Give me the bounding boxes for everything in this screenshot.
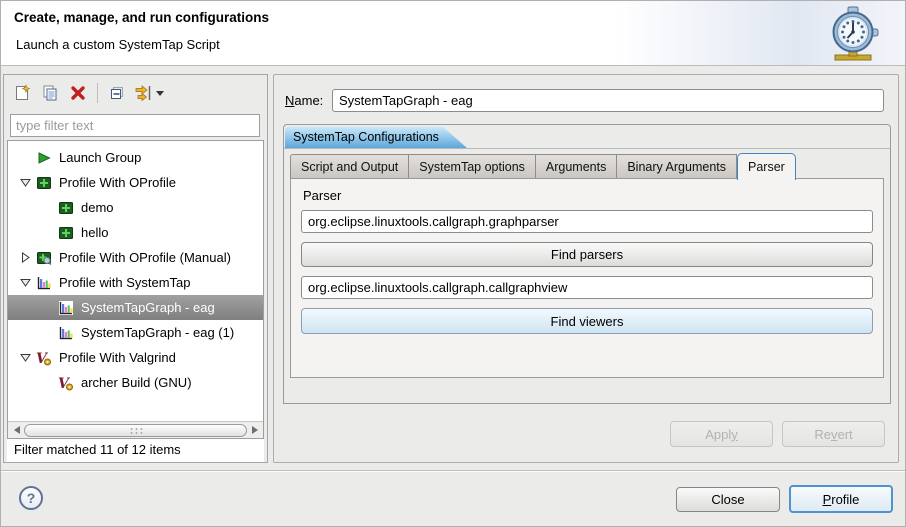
tab-arguments[interactable]: Arguments <box>536 154 617 179</box>
close-button[interactable]: Close <box>676 487 780 512</box>
tree-item-profile-systemtap[interactable]: Profile with SystemTap <box>8 270 263 295</box>
tree-item-profile-oprofile[interactable]: Profile With OProfile <box>8 170 263 195</box>
configuration-detail-panel: Name: SystemTap Configurations Script an… <box>273 74 899 463</box>
duplicate-config-button[interactable] <box>36 80 64 106</box>
name-label: Name: <box>285 93 323 108</box>
scrollbar-grip <box>129 427 143 434</box>
tree-item-label: Profile With Valgrind <box>59 350 176 365</box>
tree-item-profile-oprofile-manual[interactable]: Profile With OProfile (Manual) <box>8 245 263 270</box>
tab-script-and-output[interactable]: Script and Output <box>290 154 409 179</box>
stopwatch-icon <box>825 5 881 63</box>
delete-config-icon <box>70 85 86 101</box>
tree-item-label: Launch Group <box>59 150 141 165</box>
profile-button[interactable]: Profile <box>789 485 893 513</box>
page-subtitle: Launch a custom SystemTap Script <box>16 37 220 52</box>
tree-item-systemtapgraph-eag[interactable]: SystemTapGraph - eag <box>8 295 263 320</box>
oprofile-icon <box>58 200 74 216</box>
tree-item-launch-group[interactable]: Launch Group <box>8 145 263 170</box>
oprofile-icon <box>58 225 74 241</box>
revert-button[interactable]: Revert <box>782 421 885 447</box>
new-config-icon <box>13 84 31 102</box>
tree-item-label: archer Build (GNU) <box>81 375 192 390</box>
parser-id-input[interactable] <box>301 210 873 233</box>
filter-status-label: Filter matched 11 of 12 items <box>7 439 264 462</box>
scroll-left-icon[interactable] <box>9 423 24 438</box>
filter-configs-icon <box>134 84 168 102</box>
tree-item-hello[interactable]: hello <box>8 220 263 245</box>
launch-group-icon <box>36 150 52 166</box>
filter-input[interactable] <box>10 114 260 137</box>
group-tab[interactable]: SystemTap Configurations <box>285 127 467 148</box>
filter-configs-button[interactable] <box>131 80 171 106</box>
help-button[interactable]: ? <box>19 486 43 510</box>
tree-item-label: Profile With OProfile <box>59 175 176 190</box>
footer-separator <box>1 470 905 472</box>
toolbar-separator <box>97 83 98 103</box>
expander-expanded-icon[interactable] <box>14 278 36 287</box>
tree-item-label: SystemTapGraph - eag (1) <box>81 325 234 340</box>
systemtap-chart-icon <box>58 300 74 316</box>
tree-item-label: SystemTapGraph - eag <box>81 300 215 315</box>
find-parsers-button[interactable]: Find parsers <box>301 242 873 267</box>
collapse-all-icon <box>108 84 126 102</box>
tab-parser[interactable]: Parser <box>737 153 796 180</box>
parser-tab-content: Parser Find parsers Find viewers <box>290 178 884 378</box>
valgrind-icon: V <box>58 375 74 391</box>
group-tab-underline <box>284 148 890 149</box>
delete-config-button[interactable] <box>64 80 92 106</box>
tab-systemtap-options[interactable]: SystemTap options <box>409 154 536 179</box>
expander-collapsed-icon[interactable] <box>14 252 36 263</box>
tree-item-label: hello <box>81 225 108 240</box>
launch-configuration-dialog: { "header": { "title": "Create, manage, … <box>0 0 906 527</box>
find-viewers-button[interactable]: Find viewers <box>301 308 873 334</box>
page-title: Create, manage, and run configurations <box>14 10 269 25</box>
configurations-tree: Launch Group Profile With OProfile <box>7 140 264 439</box>
tree-item-label: Profile With OProfile (Manual) <box>59 250 231 265</box>
tree-item-systemtapgraph-eag-1[interactable]: SystemTapGraph - eag (1) <box>8 320 263 345</box>
name-input[interactable] <box>332 89 884 112</box>
tree-item-demo[interactable]: demo <box>8 195 263 220</box>
config-tab-bar: Script and Output SystemTap options Argu… <box>290 152 796 179</box>
tree-item-label: demo <box>81 200 114 215</box>
viewer-id-input[interactable] <box>301 276 873 299</box>
header-banner: Create, manage, and run configurations L… <box>1 1 905 66</box>
apply-button[interactable]: Apply <box>670 421 773 447</box>
parser-section-label: Parser <box>303 188 341 203</box>
valgrind-icon: V <box>36 350 52 366</box>
oprofile-manual-icon <box>36 250 52 266</box>
duplicate-config-icon <box>41 84 59 102</box>
question-mark-icon: ? <box>27 490 36 506</box>
tab-binary-arguments[interactable]: Binary Arguments <box>617 154 737 179</box>
tree-item-profile-valgrind[interactable]: V Profile With Valgrind <box>8 345 263 370</box>
expander-expanded-icon[interactable] <box>14 178 36 187</box>
systemtap-chart-icon <box>36 275 52 291</box>
new-config-button[interactable] <box>8 80 36 106</box>
expander-expanded-icon[interactable] <box>14 353 36 362</box>
tree-item-label: Profile with SystemTap <box>59 275 191 290</box>
collapse-all-button[interactable] <box>103 80 131 106</box>
configurations-sidebar: Launch Group Profile With OProfile <box>3 74 268 463</box>
oprofile-icon <box>36 175 52 191</box>
scrollbar-thumb[interactable] <box>24 424 247 437</box>
horizontal-scrollbar[interactable] <box>8 421 263 438</box>
systemtap-configurations-group: SystemTap Configurations Script and Outp… <box>283 124 891 404</box>
sidebar-toolbar <box>8 78 171 108</box>
scroll-right-icon[interactable] <box>247 423 262 438</box>
systemtap-chart-icon <box>58 325 74 341</box>
tree-item-archer-build[interactable]: V archer Build (GNU) <box>8 370 263 395</box>
